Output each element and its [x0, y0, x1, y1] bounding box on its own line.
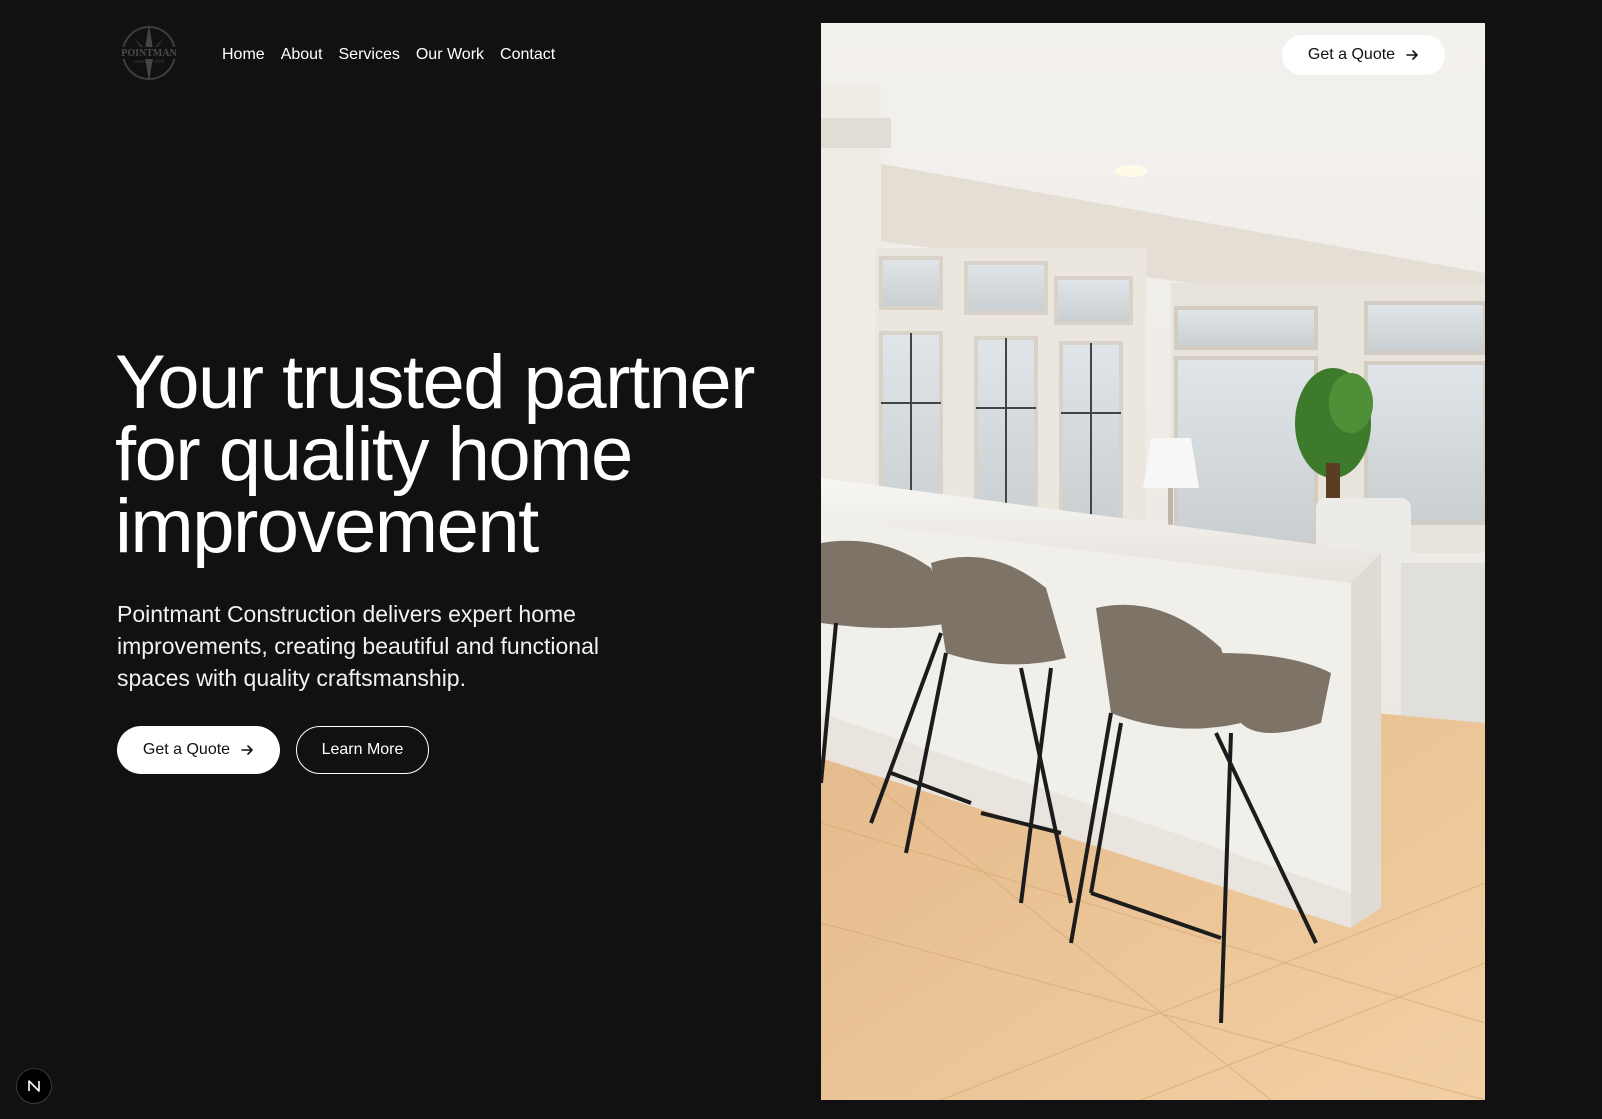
get-quote-label: Get a Quote — [142, 741, 231, 758]
svg-text:CONSTRUCTION: CONSTRUCTION — [134, 59, 165, 64]
compass-star-icon: POINTMAN CONSTRUCTION — [116, 24, 182, 82]
hero-subtitle: Pointmant Construction delivers expert h… — [117, 601, 600, 691]
nav-item-about[interactable]: About — [281, 44, 323, 66]
nav-item-our-work[interactable]: Our Work — [416, 44, 484, 66]
svg-text:POINTMAN: POINTMAN — [121, 48, 177, 59]
main-nav: Home About Services Our Work Contact — [222, 44, 555, 66]
hero-title: Your trusted partner for quality home im… — [115, 340, 755, 569]
page: POINTMAN CONSTRUCTION Home About Service… — [0, 0, 1602, 1119]
nav-item-home[interactable]: Home — [222, 44, 265, 66]
arrow-right-icon — [1405, 48, 1419, 62]
nextjs-badge[interactable] — [16, 1068, 52, 1104]
learn-more-button[interactable]: Learn More — [296, 726, 429, 774]
hero-cta-row: Get a Quote Learn More — [117, 726, 429, 774]
hero-image — [821, 23, 1485, 1100]
header-get-quote-button[interactable]: Get a Quote — [1282, 35, 1445, 75]
arrow-right-icon — [240, 743, 254, 757]
nextjs-badge-icon — [28, 1080, 40, 1092]
get-quote-button[interactable]: Get a Quote — [117, 726, 280, 774]
logo[interactable]: POINTMAN CONSTRUCTION — [116, 22, 182, 84]
nav-item-contact[interactable]: Contact — [500, 44, 555, 66]
kitchen-photo — [821, 23, 1485, 1100]
header-get-quote-label: Get a Quote — [1307, 46, 1396, 63]
nav-item-services[interactable]: Services — [339, 44, 400, 66]
